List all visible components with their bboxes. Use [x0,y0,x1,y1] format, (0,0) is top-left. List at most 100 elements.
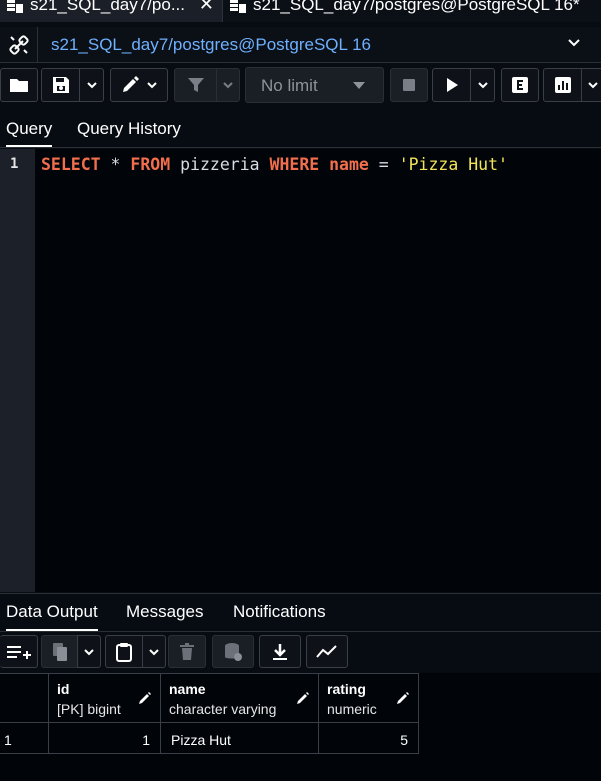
tab-query-1[interactable]: s21_SQL_day7/po... ✕ [0,0,222,22]
row-number-cell[interactable]: 1 [0,723,49,754]
connection-label: s21_SQL_day7/postgres@PostgreSQL 16 [51,35,371,54]
chevron-down-icon [84,648,94,655]
row-limit-value: No limit [261,76,318,95]
keyword-select: SELECT [41,155,101,174]
caret-down-icon [353,82,365,89]
stop-icon [403,79,415,91]
sql-editor[interactable]: 1 SELECT * FROM pizzeria WHERE name = 'P… [0,149,601,592]
table-cell-id[interactable]: 1 [49,723,161,754]
copy-icon [52,642,67,661]
operator-star: * [100,155,131,174]
column-identifier: name [329,155,369,174]
tab-query-2[interactable]: s21_SQL_day7/postgres@PostgreSQL 16* [222,0,601,22]
editor-tab-bar: s21_SQL_day7/po... ✕ s21_SQL_day7/postgr… [0,0,601,22]
chevron-down-icon [223,82,233,89]
chevron-down-icon [588,82,598,89]
connection-icon [8,35,29,55]
connection-bar[interactable]: s21_SQL_day7/postgres@PostgreSQL 16 [0,27,601,63]
column-name: id [57,681,70,697]
add-row-button[interactable] [0,635,38,668]
tab-query-history[interactable]: Query History [77,119,181,139]
column-name: rating [327,681,366,697]
connection-status-button[interactable] [0,27,38,63]
download-icon [273,643,287,660]
add-row-icon [6,645,31,659]
result-grid[interactable]: id [PK] bigint name character varying ra… [0,673,601,781]
edit-button[interactable] [110,68,168,102]
query-panel-tabs: Query Query History [0,110,601,148]
output-panel-tabs: Data Output Messages Notifications [0,593,601,632]
table-cell-name[interactable]: Pizza Hut [161,723,319,754]
clipboard-icon [116,642,132,662]
database-icon [230,0,246,13]
pencil-icon[interactable] [396,691,410,705]
open-file-button[interactable] [0,68,38,102]
tab-title: s21_SQL_day7/postgres@PostgreSQL 16* [253,0,580,14]
column-header-name[interactable]: name character varying [161,673,319,723]
tab-query[interactable]: Query [6,119,53,147]
tab-data-output[interactable]: Data Output [6,602,98,631]
operator-equals: = [368,155,399,174]
folder-icon [10,79,28,92]
column-type: numeric [327,701,377,717]
save-icon [52,77,69,93]
bar-chart-icon [554,77,571,93]
chevron-down-icon [477,82,488,89]
table-identifier: pizzeria [170,155,270,174]
pencil-icon[interactable] [138,691,152,705]
paste-options-dropdown[interactable] [142,635,166,668]
column-name: name [169,681,206,697]
database-icon [7,0,23,13]
filter-button[interactable] [174,68,216,102]
column-type: character varying [169,701,277,717]
row-limit-select[interactable]: No limit [245,67,384,103]
filter-options-dropdown[interactable] [216,68,240,102]
explain-options-dropdown[interactable] [581,68,601,102]
column-header-rating[interactable]: rating numeric [319,673,419,723]
save-options-dropdown[interactable] [79,68,104,102]
save-button[interactable] [41,68,79,102]
execute-button[interactable] [432,68,470,102]
code-line[interactable]: SELECT * FROM pizzeria WHERE name = 'Piz… [41,155,508,174]
row-number: 1 [4,732,12,748]
database-save-icon [225,642,242,661]
graph-visualiser-button[interactable] [306,635,348,668]
tab-messages[interactable]: Messages [126,602,203,622]
line-chart-icon [316,644,337,658]
execute-options-dropdown[interactable] [470,68,495,102]
explain-button[interactable] [501,68,539,102]
keyword-where: WHERE [269,155,320,174]
play-icon [446,78,458,92]
filter-icon [187,78,204,92]
column-header-id[interactable]: id [PK] bigint [49,673,161,723]
tab-notifications[interactable]: Notifications [233,602,326,622]
line-gutter: 1 [0,149,35,592]
download-button[interactable] [259,635,301,668]
copy-options-dropdown[interactable] [77,635,101,668]
keyword-from: FROM [130,155,171,174]
save-data-button[interactable] [212,635,254,668]
tab-title: s21_SQL_day7/po... [30,0,186,14]
chevron-down-icon [149,648,159,655]
chevron-down-icon[interactable] [566,35,582,51]
cell-value: Pizza Hut [171,732,231,748]
table-cell-rating[interactable]: 5 [319,723,419,754]
column-type: [PK] bigint [57,701,121,717]
row-header-corner [0,673,49,723]
trash-icon [180,642,194,660]
cell-value: 1 [142,732,150,748]
close-icon[interactable]: ✕ [199,0,214,15]
line-number: 1 [10,156,19,172]
paste-button[interactable] [105,635,142,668]
cell-value: 5 [400,732,408,748]
explain-analyze-button[interactable] [543,68,581,102]
chevron-down-icon [146,82,157,89]
stop-button[interactable] [390,68,428,102]
copy-button[interactable] [41,635,77,668]
delete-row-button[interactable] [168,635,206,668]
chevron-down-icon [86,82,97,89]
pencil-icon[interactable] [296,691,310,705]
output-toolbar [0,633,601,671]
explain-icon [512,77,528,93]
